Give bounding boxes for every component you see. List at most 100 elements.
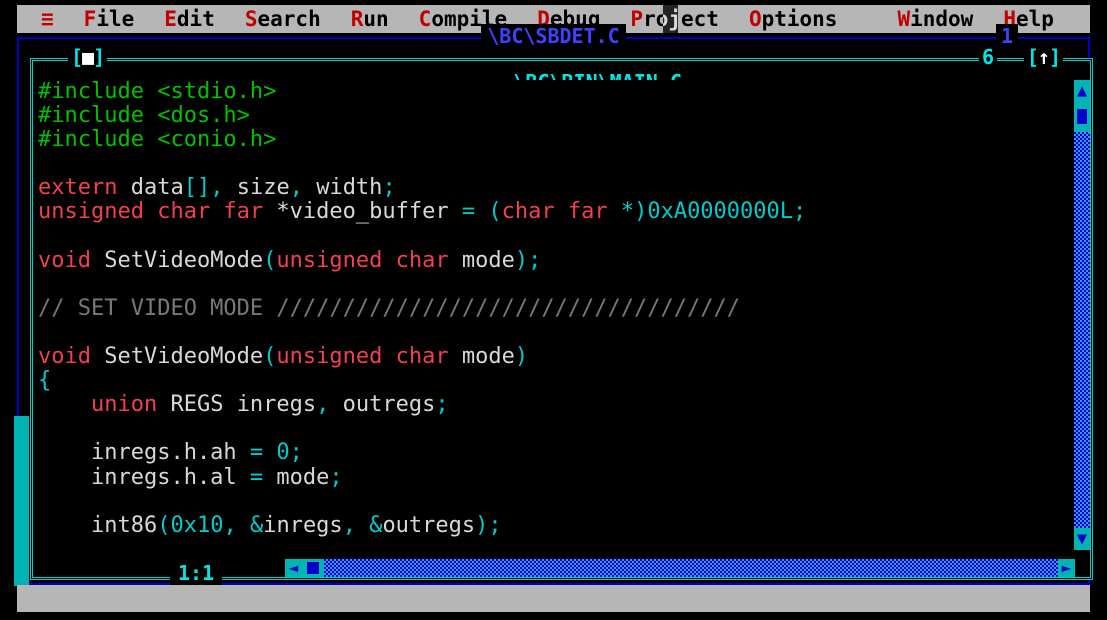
horizontal-scrollbar-thumb[interactable] [302, 559, 324, 577]
cursor-position-indicator: 1:1 [170, 561, 223, 585]
code-token: 0xA0000000L [647, 199, 794, 225]
code-token: ( [157, 512, 171, 538]
background-window-number: 1 [995, 24, 1018, 48]
code-token: outregs [382, 512, 476, 538]
code-token: 0 [276, 440, 290, 466]
ide-screen: ≡ File Edit Search Run Compile Debug Project Op… [0, 0, 1107, 620]
code-token: union [90, 392, 158, 418]
code-token: inregs.h.al [38, 464, 250, 490]
scroll-right-arrow-icon[interactable]: ► [1058, 559, 1075, 577]
background-window-title: \BC\SBDET.C [19, 24, 1088, 48]
vertical-scrollbar-track[interactable] [1074, 132, 1090, 528]
code-token: [], [183, 175, 224, 201]
code-token: ( [263, 344, 277, 370]
close-box-bracket-left: [ [71, 45, 83, 69]
status-bar: F1 Help F2 Save F3 Open Alt-F9 Compile F… [17, 585, 1090, 612]
code-token: mode [448, 247, 515, 273]
code-token: REGS inregs [157, 392, 317, 418]
code-token: ; [793, 199, 807, 225]
code-token: { [38, 368, 52, 394]
code-token: ); [475, 512, 502, 538]
scroll-up-arrow-icon[interactable]: ▲ [1074, 80, 1090, 102]
code-token: & [249, 512, 264, 538]
code-line: void SetVideoMode(unsigned char mode); [38, 247, 1048, 273]
code-token: data [117, 175, 184, 201]
code-token: void [38, 247, 91, 273]
code-editor[interactable]: #include <stdio.h> #include <dos.h> #inclu… [38, 80, 1048, 550]
close-box[interactable]: [■] [68, 45, 108, 69]
code-token: extern [38, 175, 118, 201]
code-token: *) [620, 199, 648, 225]
code-token: // SET VIDEO MODE //////////////////////… [38, 295, 740, 321]
code-token: ); [514, 247, 542, 273]
code-token: , [223, 512, 250, 538]
window-number: 6 [978, 45, 997, 69]
scroll-down-arrow-icon[interactable]: ▼ [1074, 528, 1090, 550]
code-line: inregs.h.al = mode; [38, 464, 1048, 490]
horizontal-scrollbar-track[interactable] [324, 559, 1058, 577]
code-token: ; [289, 440, 303, 466]
code-line: unsigned char far *video_buffer = (char … [38, 200, 1048, 224]
code-line: void SetVideoMode(unsigned char mode) [38, 344, 1048, 370]
code-token: #include <conio.h> [38, 127, 277, 153]
code-line: #include <stdio.h> [38, 80, 1048, 104]
zoom-box-bracket-right: ] [1048, 45, 1061, 69]
vertical-thumb-block [1077, 109, 1087, 124]
code-token: mode [276, 464, 330, 490]
code-token: unsigned char far [38, 199, 264, 225]
zoom-box[interactable]: [↑] [1023, 45, 1063, 69]
background-window-left-scrollbar[interactable] [14, 416, 29, 586]
code-token: , [289, 175, 303, 201]
code-token: , [342, 512, 370, 538]
code-token: inregs.h.ah [38, 440, 250, 466]
active-window-titlebar[interactable]: \BC\BIN\MAIN.C [30, 46, 1093, 94]
code-line: // SET VIDEO MODE //////////////////////… [38, 295, 1048, 321]
active-window-main-c: \BC\BIN\MAIN.C [■] 6 [↑] #include <stdio… [30, 45, 1093, 585]
code-token: int86 [38, 512, 158, 538]
code-token: , [316, 392, 330, 418]
code-line: extern data[], size, width; [38, 176, 1048, 200]
code-token: unsigned char [276, 344, 449, 370]
code-token: ) [514, 344, 529, 370]
code-token: = [249, 464, 277, 490]
code-token: ( [263, 247, 277, 273]
vertical-scrollbar-thumb[interactable] [1074, 102, 1090, 132]
code-token: unsigned char [276, 247, 449, 273]
code-token: SetVideoMode [90, 247, 264, 273]
horizontal-scrollbar[interactable]: ◄ ► [285, 559, 1075, 577]
code-token: = [249, 440, 277, 466]
code-line: #include <dos.h> [38, 104, 1048, 128]
window-number-text: 6 [981, 45, 994, 69]
code-line: int86(0x10, &inregs, &outregs); [38, 512, 1048, 538]
code-token: mode [448, 344, 515, 370]
code-line: #include <conio.h> [38, 128, 1048, 152]
code-token: inregs [263, 512, 343, 538]
close-box-square-icon: ■ [82, 45, 94, 69]
background-window-number-text: 1 [995, 24, 1018, 48]
code-token: #include <dos.h> [38, 103, 250, 129]
code-token: size [223, 175, 290, 201]
code-token: void [38, 344, 91, 370]
code-line: { [38, 369, 1048, 393]
vertical-scrollbar[interactable]: ▲ ▼ [1074, 80, 1090, 550]
code-token: *video_buffer [263, 199, 462, 225]
zoom-box-bracket-left: [ [1026, 45, 1039, 69]
scroll-left-arrow-icon[interactable]: ◄ [285, 559, 302, 577]
code-token: & [369, 512, 383, 538]
code-token: ; [435, 392, 449, 418]
code-token: ; [329, 464, 343, 490]
code-token: 0x10 [170, 512, 224, 538]
close-box-bracket-right: ] [93, 45, 105, 69]
code-line: inregs.h.ah = 0; [38, 441, 1048, 465]
horizontal-thumb-block [307, 562, 319, 574]
background-window-title-text: \BC\SBDET.C [481, 24, 626, 48]
code-token: SetVideoMode [90, 344, 264, 370]
